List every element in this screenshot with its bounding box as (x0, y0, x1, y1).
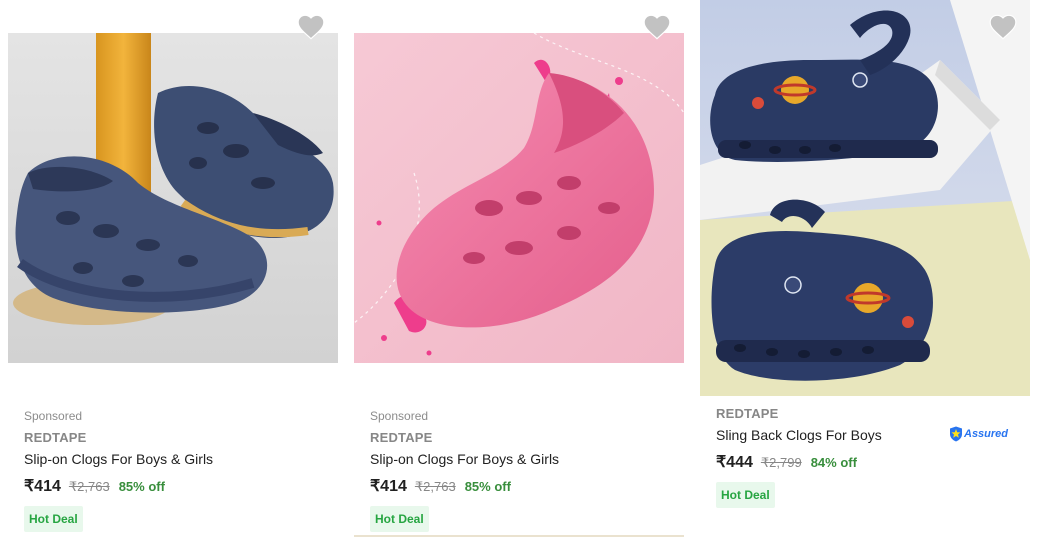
wishlist-heart-icon[interactable] (989, 14, 1017, 40)
original-price: ₹2,763 (68, 479, 110, 494)
price-row: ₹444 ₹2,799 84% off (716, 452, 1018, 472)
sponsored-label: Sponsored (24, 409, 83, 423)
assured-shield-icon (950, 426, 962, 442)
hot-deal-badge: Hot Deal (24, 506, 83, 532)
product-card[interactable]: REDTAPE Sling Back Clogs For Boys ₹444 ₹… (700, 0, 1030, 537)
product-card[interactable]: Sponsored REDTAPE Slip-on Clogs For Boys… (354, 0, 684, 537)
product-image[interactable] (700, 0, 1030, 396)
product-title[interactable]: Slip-on Clogs For Boys & Girls (24, 450, 326, 468)
price-row: ₹414 ₹2,763 85% off (370, 476, 672, 496)
brand-name[interactable]: REDTAPE (24, 430, 326, 446)
product-title[interactable]: Slip-on Clogs For Boys & Girls (370, 450, 672, 468)
hot-deal-badge: Hot Deal (716, 482, 775, 508)
selling-price: ₹444 (716, 454, 753, 471)
selling-price: ₹414 (24, 478, 61, 495)
product-info: REDTAPE Sling Back Clogs For Boys ₹444 ₹… (716, 406, 1018, 508)
product-info: Sponsored REDTAPE Slip-on Clogs For Boys… (24, 408, 326, 532)
discount-label: 85% off (464, 479, 511, 494)
selling-price: ₹414 (370, 478, 407, 495)
assured-label: Assured (964, 428, 1009, 440)
wishlist-heart-icon[interactable] (297, 14, 325, 40)
discount-label: 85% off (118, 479, 165, 494)
assured-badge: Assured (949, 426, 1008, 442)
brand-name[interactable]: REDTAPE (370, 430, 672, 446)
hot-deal-badge: Hot Deal (370, 506, 429, 532)
original-price: ₹2,763 (414, 479, 456, 494)
original-price: ₹2,799 (760, 455, 802, 470)
product-image[interactable] (8, 33, 338, 363)
product-card[interactable]: Sponsored REDTAPE Slip-on Clogs For Boys… (8, 0, 338, 537)
product-image[interactable] (354, 33, 684, 363)
wishlist-heart-icon[interactable] (643, 14, 671, 40)
discount-label: 84% off (810, 455, 857, 470)
product-info: Sponsored REDTAPE Slip-on Clogs For Boys… (370, 408, 672, 532)
price-row: ₹414 ₹2,763 85% off (24, 476, 326, 496)
brand-name[interactable]: REDTAPE (716, 406, 1018, 422)
sponsored-label: Sponsored (370, 409, 429, 423)
